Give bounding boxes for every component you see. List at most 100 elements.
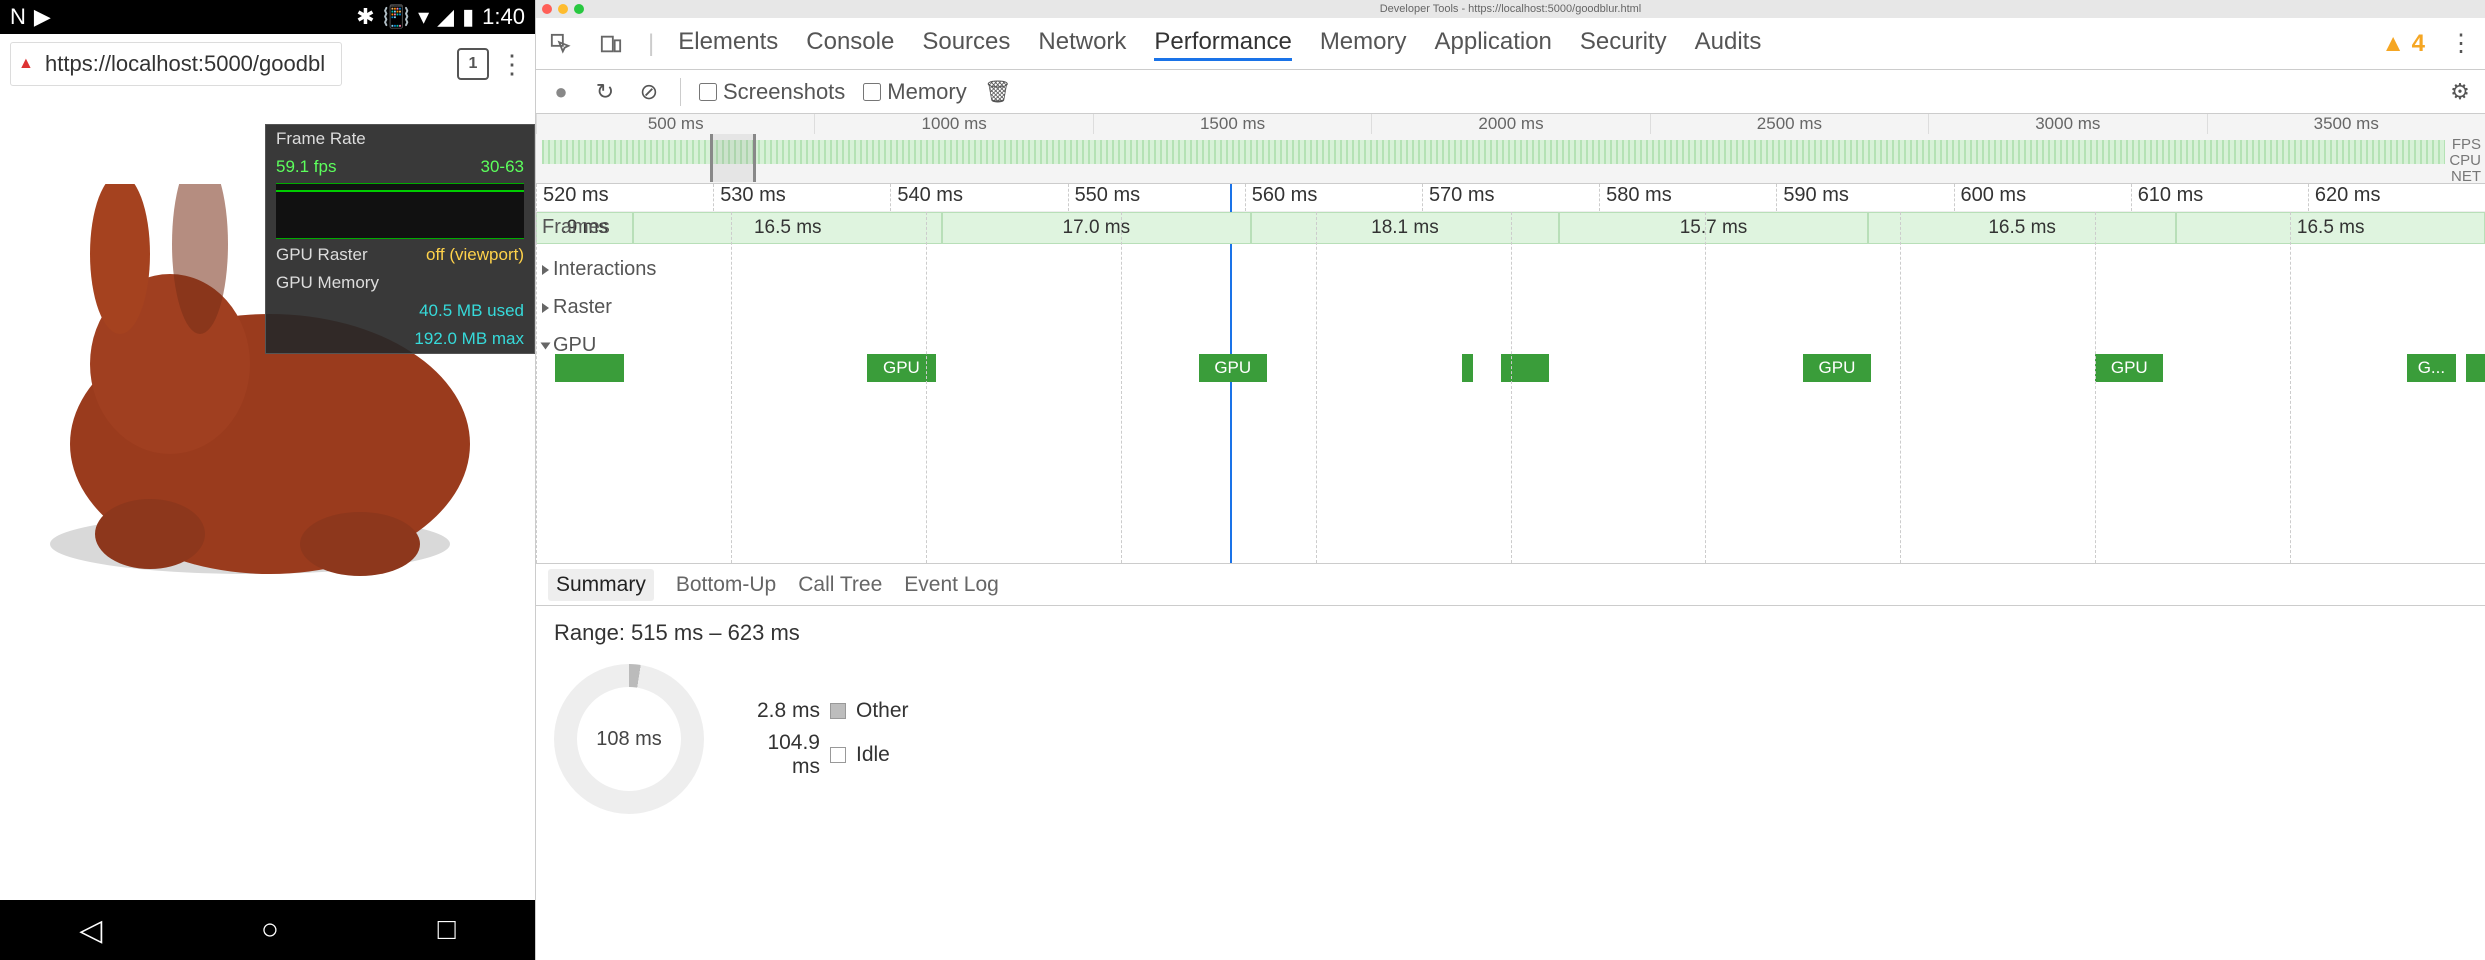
overview-tick: 500 ms [536,114,814,134]
frames-track-label[interactable]: Frames [542,216,610,239]
signal-icon: ◢ [437,4,454,30]
android-phone: N ▶ ✱ 📳 ▾ ◢ ▮ 1:40 ▲ 1 ⋮ Fr [0,0,535,960]
overview-pane[interactable]: 500 ms1000 ms1500 ms2000 ms2500 ms3000 m… [536,114,2485,184]
tab-memory[interactable]: Memory [1320,26,1407,61]
nav-home-icon[interactable]: ○ [261,913,279,947]
overview-tick: 1000 ms [814,114,1092,134]
time-tick: 570 ms [1422,184,1599,211]
hud-gpuraster-value: off (viewport) [426,245,524,265]
battery-icon: ▮ [462,4,474,30]
device-toolbar-icon[interactable] [598,31,624,57]
webpage-viewport: Frame Rate 59.1 fps30-63 GPU Rasteroff (… [0,94,535,900]
traffic-max-icon[interactable] [574,4,584,14]
insecure-warning-icon[interactable]: ▲ [18,55,34,73]
flamechart-pane[interactable]: 520 ms530 ms540 ms550 ms560 ms570 ms580 … [536,184,2485,564]
time-tick: 530 ms [713,184,890,211]
details-tab-call-tree[interactable]: Call Tree [798,573,882,597]
chrome-omnibox-row: ▲ 1 ⋮ [0,34,535,94]
time-tick: 610 ms [2131,184,2308,211]
time-tick: 520 ms [536,184,713,211]
gpu-block[interactable]: GPU [1199,354,1267,382]
hud-gpumem-max: 192.0 MB max [414,329,524,349]
frame-cell[interactable]: 16.5 ms [1868,212,2177,244]
inspect-element-icon[interactable] [548,31,574,57]
tab-console[interactable]: Console [806,26,894,61]
hud-fps-range: 30-63 [481,157,524,177]
memory-checkbox[interactable]: Memory [863,79,966,105]
gpu-block[interactable]: GPU [2095,354,2163,382]
tab-performance[interactable]: Performance [1154,26,1291,61]
time-tick: 550 ms [1068,184,1245,211]
url-input[interactable] [10,42,342,86]
clear-button[interactable]: ⊘ [636,79,662,105]
raster-track-label[interactable]: Raster [542,296,612,319]
devtools-menu-icon[interactable]: ⋮ [2449,29,2473,58]
overview-tick: 3000 ms [1928,114,2206,134]
traffic-close-icon[interactable] [542,4,552,14]
interactions-track-label[interactable]: Interactions [542,258,656,281]
gpu-block[interactable] [1462,354,1474,382]
time-tick: 600 ms [1954,184,2131,211]
vibrate-icon: 📳 [383,4,410,30]
kebab-menu-icon[interactable]: ⋮ [499,49,525,80]
overview-net-label: NET [2451,168,2481,185]
record-button[interactable]: ● [548,79,574,105]
frame-cell[interactable]: 18.1 ms [1251,212,1560,244]
notif-n-icon: N [10,4,26,30]
tab-audits[interactable]: Audits [1695,26,1762,61]
tab-elements[interactable]: Elements [678,26,778,61]
garbage-collect-icon[interactable]: 🗑 [985,79,1011,105]
hud-framerate-title: Frame Rate [276,129,366,149]
details-tab-bottom-up[interactable]: Bottom-Up [676,573,776,597]
summary-range: Range: 515 ms – 623 ms [554,620,2467,646]
android-status-bar: N ▶ ✱ 📳 ▾ ◢ ▮ 1:40 [0,0,535,34]
gpu-block[interactable]: GPU [1803,354,1871,382]
hud-gpumem-title: GPU Memory [276,273,379,293]
gpu-block[interactable]: G... [2407,354,2456,382]
gpu-block[interactable] [1520,354,1549,382]
warnings-badge[interactable]: ▲ 4 [2381,30,2425,58]
window-title: Developer Tools - https://localhost:5000… [1380,3,1642,15]
frame-cell[interactable]: 16.5 ms [2176,212,2485,244]
overview-fps-label: FPS [2452,136,2481,153]
reload-record-button[interactable]: ↻ [592,79,618,105]
frame-cell[interactable]: 16.5 ms [633,212,942,244]
screenshots-checkbox[interactable]: Screenshots [699,79,845,105]
details-tab-summary[interactable]: Summary [548,569,654,601]
tab-sources[interactable]: Sources [922,26,1010,61]
time-tick: 560 ms [1245,184,1422,211]
wifi-icon: ▾ [418,4,429,30]
hud-fps-value: 59.1 fps [276,157,337,177]
performance-subtoolbar: ● ↻ ⊘ Screenshots Memory 🗑 ⚙ [536,70,2485,114]
mac-titlebar: Developer Tools - https://localhost:5000… [536,0,2485,18]
traffic-min-icon[interactable] [558,4,568,14]
summary-donut-chart: 108 ms [554,664,704,814]
summary-pane: Range: 515 ms – 623 ms 108 ms 2.8 msOthe… [536,606,2485,828]
tab-switcher-button[interactable]: 1 [457,48,489,80]
hud-fps-graph [276,183,524,239]
nav-back-icon[interactable]: ◁ [79,913,102,948]
legend-row: 2.8 msOther [740,699,909,723]
time-tick: 580 ms [1599,184,1776,211]
tab-security[interactable]: Security [1580,26,1667,61]
devtools-main-tabs: | ElementsConsoleSourcesNetworkPerforman… [536,18,2485,70]
overview-tick: 2500 ms [1650,114,1928,134]
frame-cell[interactable]: 17.0 ms [942,212,1251,244]
tab-network[interactable]: Network [1038,26,1126,61]
gpu-block[interactable] [2466,354,2485,382]
hud-gpumem-used: 40.5 MB used [419,301,524,321]
overview-activity [542,140,2445,164]
details-tabs: Summary Bottom-Up Call Tree Event Log [536,564,2485,606]
tab-application[interactable]: Application [1434,26,1551,61]
overview-selection[interactable] [710,134,756,182]
settings-gear-icon[interactable]: ⚙ [2447,79,2473,105]
time-tick: 620 ms [2308,184,2485,211]
frame-cell[interactable]: 15.7 ms [1559,212,1868,244]
bluetooth-icon: ✱ [356,4,374,30]
overview-cpu-label: CPU [2449,152,2481,169]
clock: 1:40 [482,4,525,30]
details-tab-event-log[interactable]: Event Log [904,573,999,597]
nav-recent-icon[interactable]: □ [438,913,456,947]
gpu-block[interactable] [604,354,623,382]
notif-play-icon: ▶ [34,4,51,30]
